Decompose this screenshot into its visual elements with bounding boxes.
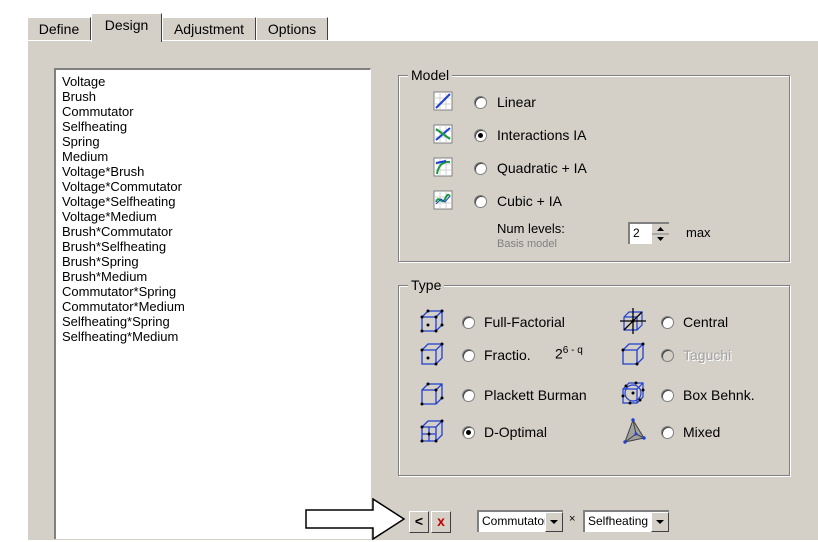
- list-item[interactable]: Brush*Commutator: [62, 224, 173, 239]
- list-item[interactable]: Brush: [62, 89, 96, 104]
- fractional-exponent-base: 2: [555, 345, 563, 362]
- quadratic-model-icon: [433, 157, 453, 177]
- list-item[interactable]: Spring: [62, 134, 100, 149]
- central-composite-cube-icon: [620, 308, 646, 334]
- factor1-combo[interactable]: Commutator: [477, 510, 563, 532]
- taguchi-label: Taguchi: [683, 347, 732, 363]
- delete-icon: x: [437, 513, 445, 529]
- times-symbol: ×: [569, 513, 576, 525]
- num-levels-spinner[interactable]: 2: [628, 222, 669, 244]
- d-optimal-label: D-Optimal: [484, 424, 548, 440]
- list-item[interactable]: Voltage*Selfheating: [62, 194, 175, 209]
- full-factorial-radio[interactable]: [462, 316, 475, 329]
- model-terms-list[interactable]: Voltage Brush Commutator Selfheating Spring M…: [54, 68, 371, 539]
- box-behnken-label: Box Behnk.: [683, 387, 755, 403]
- interactions-model-icon: [433, 124, 453, 144]
- chevron-down-icon: [550, 520, 558, 524]
- chevron-down-icon: [656, 520, 664, 524]
- central-label: Central: [683, 314, 729, 330]
- linear-model-icon: [433, 91, 453, 111]
- list-item[interactable]: Brush*Medium: [62, 269, 147, 284]
- pointer-arrow-icon: [305, 498, 406, 541]
- fractional-label: Fractio.: [484, 347, 531, 363]
- tab-design[interactable]: Design: [91, 13, 162, 42]
- interactions-label: Interactions IA: [497, 127, 587, 143]
- type-group: Type: [398, 277, 790, 476]
- linear-label: Linear: [497, 94, 536, 110]
- type-legend: Type: [408, 277, 445, 293]
- spin-up-down-icon[interactable]: [652, 224, 669, 244]
- max-label: max: [686, 225, 711, 240]
- list-item[interactable]: Voltage*Brush: [62, 164, 144, 179]
- factor1-value: Commutator: [482, 514, 549, 528]
- list-item[interactable]: Commutator*Medium: [62, 299, 185, 314]
- num-levels-value: 2: [633, 226, 640, 240]
- plackett-burman-cube-icon: [420, 382, 444, 406]
- quadratic-radio[interactable]: [474, 162, 487, 175]
- full-factorial-label: Full-Factorial: [484, 314, 565, 330]
- d-optimal-radio[interactable]: [462, 426, 475, 439]
- fractional-cube-icon: [420, 342, 444, 366]
- taguchi-cube-icon: [621, 342, 645, 366]
- interactions-radio[interactable]: [474, 129, 487, 142]
- box-behnken-cube-icon: [621, 381, 645, 405]
- back-button[interactable]: <: [409, 511, 429, 533]
- tab-define[interactable]: Define: [27, 17, 91, 40]
- d-optimal-cube-icon: [420, 419, 444, 443]
- spin-buttons[interactable]: [651, 224, 669, 244]
- cubic-radio[interactable]: [474, 195, 487, 208]
- list-item[interactable]: Selfheating: [62, 119, 127, 134]
- factor2-combo[interactable]: Selfheating: [583, 510, 669, 532]
- num-levels-label: Num levels:: [497, 221, 565, 236]
- tab-adjustment[interactable]: Adjustment: [162, 17, 256, 40]
- list-item[interactable]: Voltage: [62, 74, 105, 89]
- list-item[interactable]: Brush*Selfheating: [62, 239, 166, 254]
- linear-radio[interactable]: [474, 96, 487, 109]
- tab-options[interactable]: Options: [256, 17, 328, 40]
- full-factorial-cube-icon: [420, 309, 444, 333]
- list-item[interactable]: Commutator: [62, 104, 134, 119]
- factor2-dropdown-button[interactable]: [651, 512, 669, 532]
- fractional-radio[interactable]: [462, 349, 475, 362]
- model-legend: Model: [408, 67, 453, 83]
- list-item[interactable]: Commutator*Spring: [62, 284, 176, 299]
- list-item[interactable]: Voltage*Medium: [62, 209, 157, 224]
- plackett-burman-label: Plackett Burman: [484, 387, 587, 403]
- central-radio[interactable]: [661, 316, 674, 329]
- list-item[interactable]: Voltage*Commutator: [62, 179, 182, 194]
- delete-term-button[interactable]: x: [431, 511, 451, 533]
- fractional-exponent: 26 - q: [555, 343, 583, 362]
- model-group: Model: [398, 67, 790, 262]
- basis-model-label: Basis model: [497, 238, 557, 250]
- mixed-label: Mixed: [683, 424, 721, 440]
- factor1-dropdown-button[interactable]: [545, 512, 563, 532]
- mixed-simplex-icon: [623, 418, 646, 444]
- list-item[interactable]: Brush*Spring: [62, 254, 139, 269]
- fractional-exponent-power: 6 - q: [562, 345, 583, 356]
- factor2-value: Selfheating: [588, 514, 649, 528]
- mixed-radio[interactable]: [661, 426, 674, 439]
- quadratic-label: Quadratic + IA: [497, 160, 587, 176]
- plackett-burman-radio[interactable]: [462, 389, 475, 402]
- cubic-label: Cubic + IA: [497, 193, 562, 209]
- list-item[interactable]: Selfheating*Spring: [62, 314, 170, 329]
- cubic-model-icon: [433, 190, 453, 210]
- list-item[interactable]: Medium: [62, 149, 108, 164]
- back-button-label: <: [414, 513, 424, 529]
- box-behnken-radio[interactable]: [661, 389, 674, 402]
- taguchi-radio[interactable]: [661, 349, 674, 362]
- list-item[interactable]: Selfheating*Medium: [62, 329, 178, 344]
